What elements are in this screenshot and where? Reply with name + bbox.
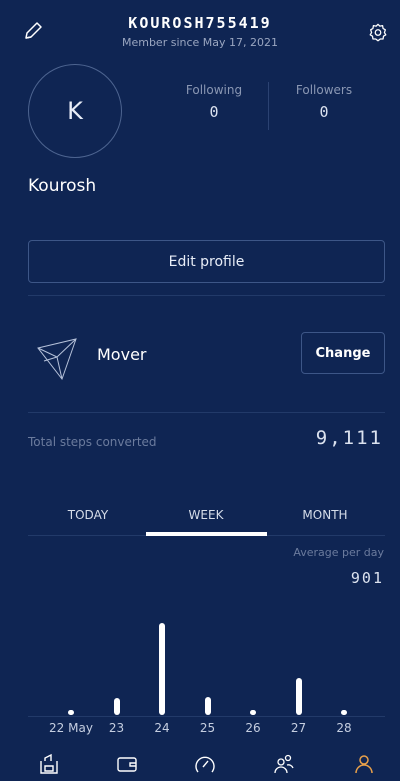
chart-x-label: 24 (154, 721, 170, 735)
profile-name: Kourosh (28, 176, 97, 196)
friends-icon[interactable] (272, 752, 296, 776)
avatar-initial: K (67, 97, 83, 125)
level-name: Mover (97, 345, 147, 364)
chart-x-label: 28 (336, 721, 352, 735)
member-since: Member since May 17, 2021 (121, 36, 279, 49)
edit-profile-button[interactable]: Edit profile (28, 240, 385, 283)
section-divider (28, 412, 385, 413)
avatar[interactable]: K (28, 64, 122, 158)
tab-week[interactable]: WEEK (146, 508, 266, 522)
following-count[interactable]: 0 (164, 103, 264, 121)
chart-bar[interactable] (250, 710, 256, 715)
chart-baseline (28, 716, 385, 717)
speedometer-icon[interactable] (193, 752, 217, 776)
chart-bar[interactable] (295, 677, 302, 715)
wallet-icon[interactable] (115, 752, 139, 776)
total-steps-value: 9,111 (315, 427, 383, 449)
average-label: Average per day (293, 546, 384, 559)
profile-icon[interactable] (352, 752, 376, 776)
shop-icon[interactable] (37, 752, 61, 776)
followers-count[interactable]: 0 (274, 103, 374, 121)
followers-label: Followers (295, 83, 353, 97)
section-divider (28, 295, 385, 296)
chart-x-label: 25 (199, 721, 216, 735)
chart-x-label: 22 May (49, 721, 93, 735)
chart-bar[interactable] (113, 698, 120, 715)
username: KOUROSH755419 (128, 14, 272, 32)
chart-x-label: 27 (290, 721, 307, 735)
chart-bar[interactable] (159, 622, 165, 715)
total-steps-label: Total steps converted (28, 435, 157, 449)
following-label: Following (185, 83, 243, 97)
gear-icon[interactable] (367, 22, 389, 44)
chart-bar[interactable] (204, 697, 211, 715)
chart-x-label: 23 (108, 721, 125, 735)
chart-bar[interactable] (68, 710, 74, 715)
tab-today[interactable]: TODAY (28, 508, 148, 522)
average-value: 901 (350, 569, 384, 587)
chart-bar[interactable] (341, 710, 347, 715)
chart-x-label: 26 (245, 721, 261, 735)
tab-month[interactable]: MONTH (265, 508, 385, 522)
stats-divider (268, 82, 269, 130)
tab-active-indicator (146, 532, 267, 536)
change-button[interactable]: Change (301, 332, 385, 374)
paper-plane-icon (36, 335, 82, 381)
